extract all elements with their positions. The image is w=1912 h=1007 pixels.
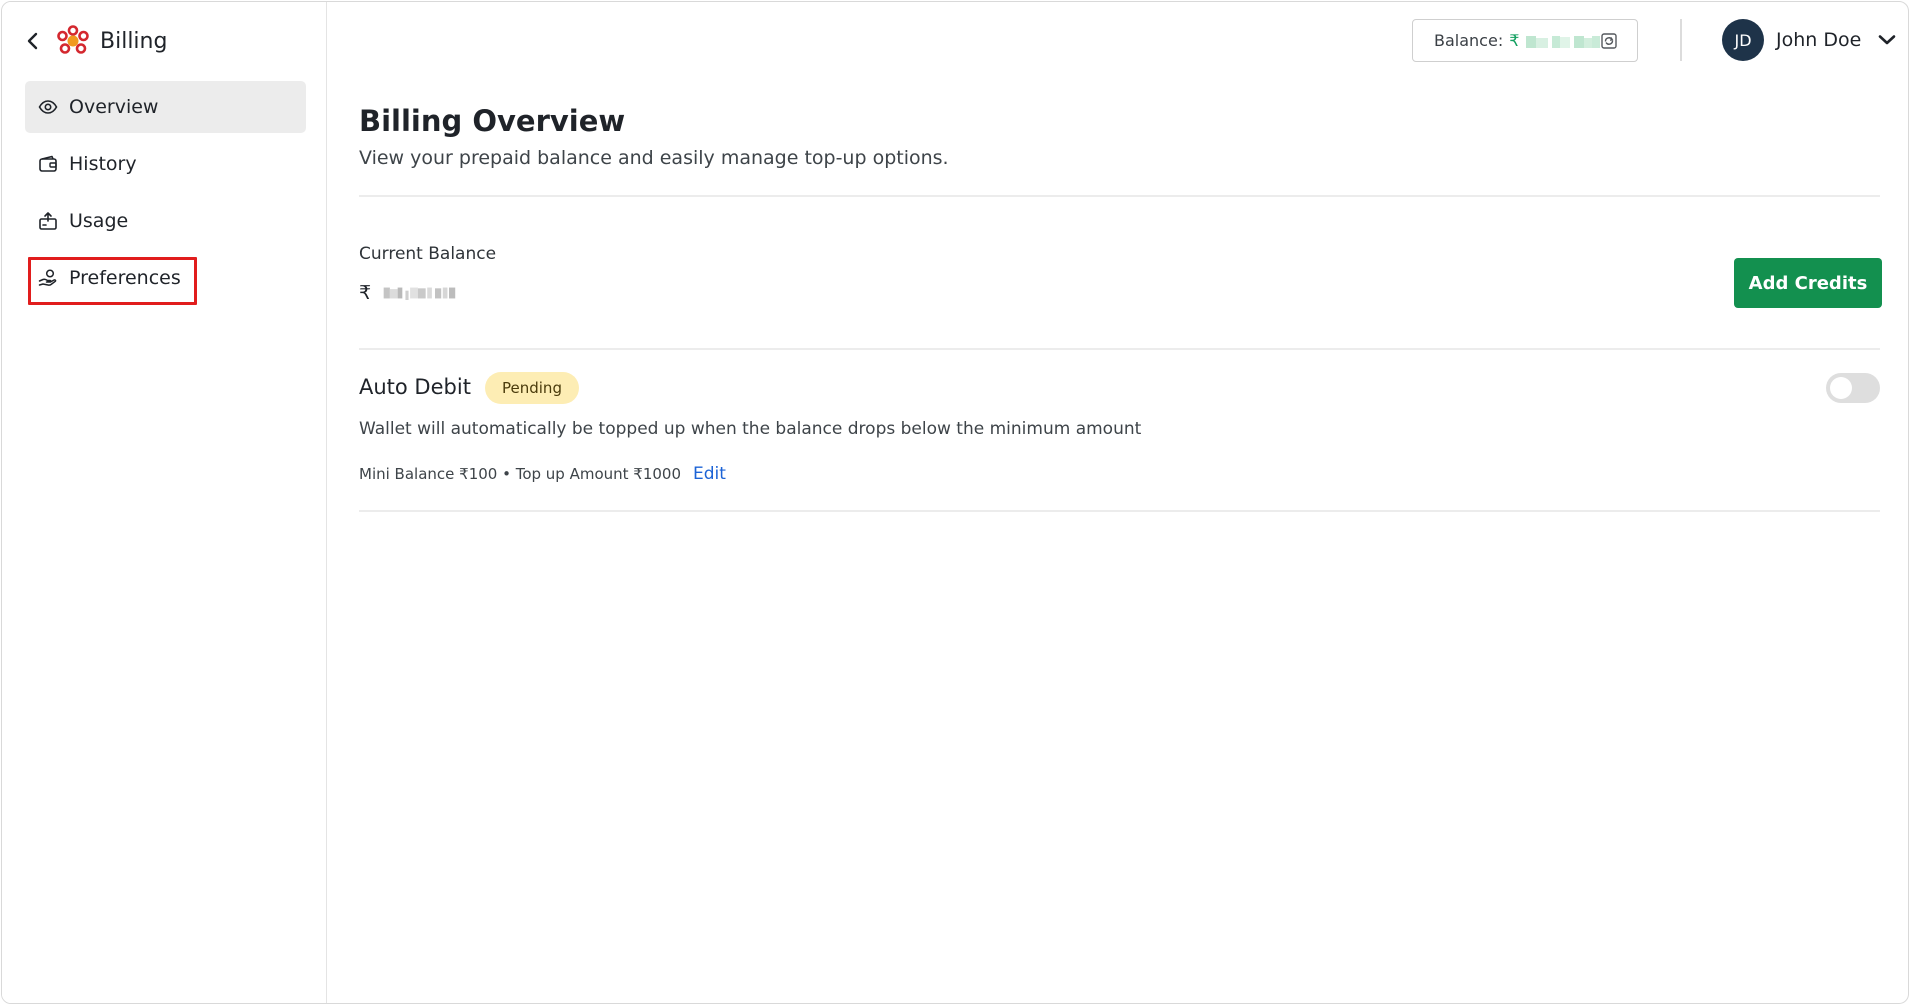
status-badge: Pending bbox=[485, 372, 579, 404]
back-button[interactable] bbox=[20, 22, 46, 60]
auto-debit-description: Wallet will automatically be topped up w… bbox=[359, 419, 1142, 439]
sidebar-item-overview[interactable]: Overview bbox=[25, 81, 306, 133]
hand-coin-icon bbox=[37, 267, 59, 289]
add-credits-button[interactable]: Add Credits bbox=[1734, 258, 1882, 308]
sidebar-item-history[interactable]: History bbox=[25, 138, 306, 190]
sidebar-header: Billing bbox=[20, 22, 167, 60]
toggle-knob bbox=[1830, 377, 1852, 399]
section-divider bbox=[359, 195, 1880, 197]
current-balance-value: ₹ bbox=[359, 282, 469, 304]
redacted-current-balance bbox=[383, 287, 456, 300]
auto-debit-settings: Mini Balance ₹100 • Top up Amount ₹1000 … bbox=[359, 464, 726, 484]
sidebar-title: Billing bbox=[100, 28, 168, 54]
edit-auto-debit-link[interactable]: Edit bbox=[693, 464, 726, 484]
auto-debit-meta: Mini Balance ₹100 • Top up Amount ₹1000 bbox=[359, 465, 682, 483]
auto-debit-title: Auto Debit bbox=[359, 375, 471, 399]
eye-icon bbox=[37, 96, 59, 118]
page-subtitle: View your prepaid balance and easily man… bbox=[359, 147, 949, 169]
sidebar: Billing Overview History Usage Preferenc… bbox=[2, 2, 327, 1003]
flower-logo-icon bbox=[57, 25, 89, 54]
auto-debit-toggle[interactable] bbox=[1826, 373, 1880, 403]
wallet-icon bbox=[37, 153, 59, 175]
app-window: Billing Overview History Usage Preferenc… bbox=[1, 1, 1909, 1004]
sidebar-item-label: History bbox=[69, 153, 137, 175]
section-divider bbox=[359, 510, 1880, 512]
sidebar-item-usage[interactable]: Usage bbox=[25, 195, 306, 247]
brand-logo bbox=[56, 24, 90, 58]
sidebar-item-label: Usage bbox=[69, 210, 129, 232]
sidebar-nav: Overview History Usage Preferences bbox=[25, 81, 306, 309]
main-content: Billing Overview View your prepaid balan… bbox=[359, 2, 1884, 1003]
current-balance-label: Current Balance bbox=[359, 244, 497, 264]
sidebar-item-label: Overview bbox=[69, 96, 159, 118]
usage-box-icon bbox=[37, 210, 59, 232]
sidebar-item-label: Preferences bbox=[69, 267, 181, 289]
section-divider bbox=[359, 348, 1880, 350]
current-balance-currency: ₹ bbox=[359, 282, 372, 304]
sidebar-item-preferences[interactable]: Preferences bbox=[25, 252, 306, 305]
page-title: Billing Overview bbox=[359, 104, 626, 138]
chevron-left-icon bbox=[27, 32, 38, 50]
